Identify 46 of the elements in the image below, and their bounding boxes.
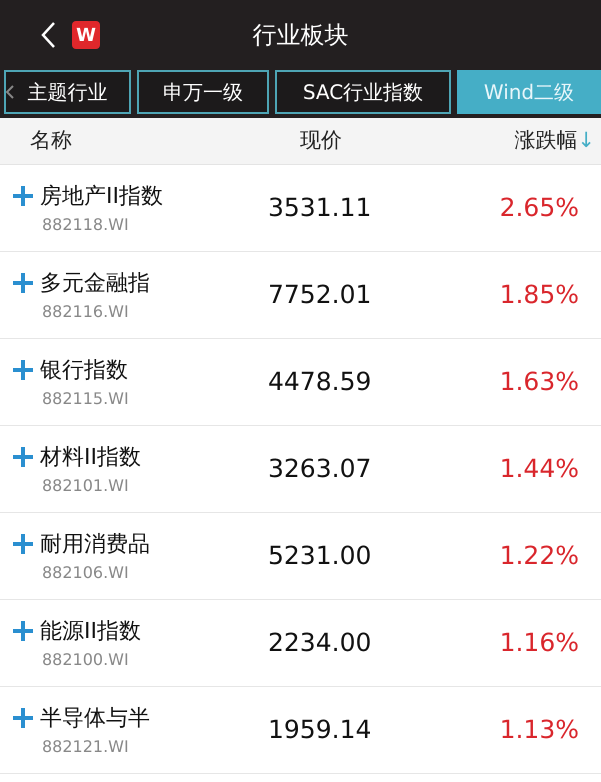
plus-icon[interactable] [12,620,34,642]
index-code: 882118.WI [42,214,130,236]
change-cell-text: 1.13% [500,714,579,746]
change-cell-text: 1.16% [500,627,579,660]
column-header[interactable]: 涨跌幅 [514,125,578,157]
index-name: 耐用消费品 [40,530,150,558]
change-cell-text: 1.22% [500,540,579,572]
index-code: 882121.WI [42,736,130,758]
index-name: 多元金融指 [40,270,150,298]
sort-arrow-icon: ↓ [577,125,595,157]
index-name: 银行指数 [40,356,128,384]
change-cell-text: 2.65% [500,192,579,224]
change-cell-text: 1.63% [500,366,579,398]
plus-icon[interactable] [12,185,34,207]
page-title: 行业板块 [252,20,348,51]
index-code: 882101.WI [42,474,130,496]
index-code: 882115.WI [42,388,130,410]
scroll-left-icon [6,85,14,99]
index-code: 882100.WI [42,648,130,670]
column-header: 名称 [30,127,73,154]
index-code: 882106.WI [42,562,130,584]
tab[interactable]: SAC行业指数 [275,70,451,114]
plus-icon[interactable] [12,707,34,729]
index-name: 能源II指数 [40,618,141,646]
plus-icon[interactable] [12,446,34,468]
index-name: 材料II指数 [40,444,141,472]
change-cell-text: 1.85% [500,279,579,312]
price-cell-text: 3263.07 [268,453,372,486]
price-cell-text: 4478.59 [268,366,372,398]
price-cell-text: 5231.00 [268,540,372,572]
price-cell-text: 7752.01 [268,279,372,312]
price-cell-text: 1959.14 [268,714,372,746]
change-cell-text: 1.44% [500,453,579,486]
plus-icon[interactable] [12,533,34,555]
plus-icon[interactable] [12,272,34,294]
app-logo: W [72,21,100,49]
index-name: 半导体与半 [40,704,150,732]
back-icon[interactable] [40,21,56,49]
price-cell-text: 3531.11 [268,192,372,224]
index-name: 房地产II指数 [40,182,163,210]
column-header: 现价 [300,127,343,154]
plus-icon[interactable] [12,359,34,381]
index-code: 882116.WI [42,300,130,322]
tab[interactable]: 申万一级 [137,70,269,114]
tab[interactable]: 主题行业 [4,70,131,114]
price-cell-text: 2234.00 [268,627,372,660]
